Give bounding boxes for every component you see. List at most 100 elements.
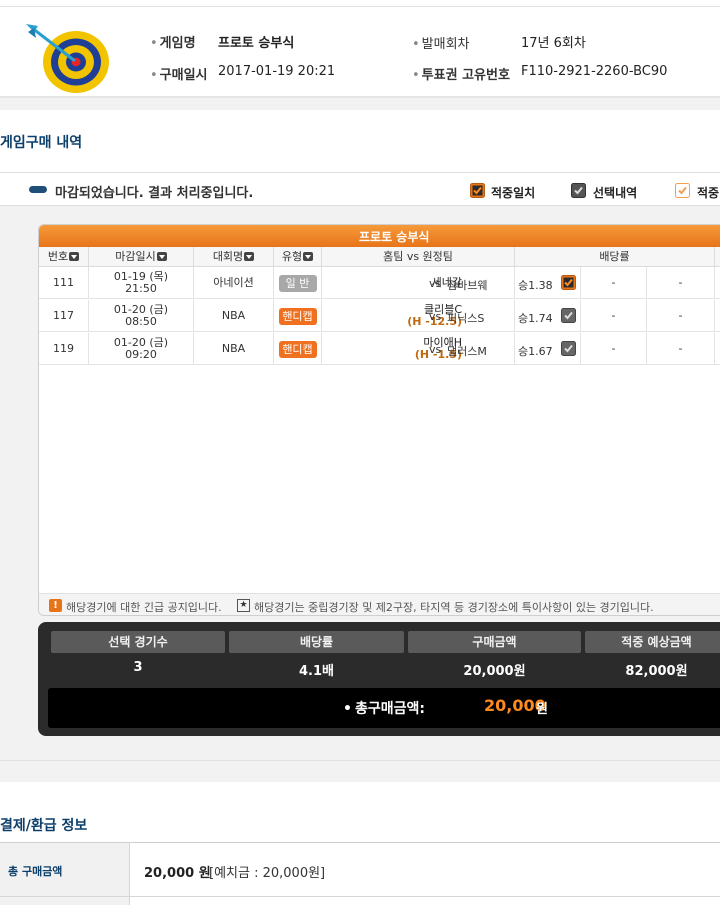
purchase-history-section: 게임구매 내역 마감되었습니다. 결과 처리중입니다. 적중일치 선택내역 적중… xyxy=(0,110,720,760)
table-row[interactable]: 119 01-20 (금) 09:20 NBA 핸디캡 마이애H (H -1.5) vs 댈러스… xyxy=(39,333,720,365)
legend-check-outline-icon xyxy=(675,183,690,198)
row-league: NBA xyxy=(194,333,274,365)
ticket-id-label: 투표권 고유번호 xyxy=(412,64,510,83)
row-deadline: 01-20 (금) 09:20 xyxy=(89,333,194,365)
card-header: 프로토 승부식 xyxy=(39,225,720,247)
legend-selection-label: 선택내역 xyxy=(593,186,638,200)
total-purchase-amount: 20,000 원 xyxy=(144,866,211,881)
type-badge: 핸디캡 xyxy=(278,307,317,325)
col-odds: 배당률 xyxy=(515,247,715,267)
status-bar: 마감되었습니다. 결과 처리중입니다. 적중일치 선택내역 적중 xyxy=(0,172,720,206)
col-teams: 홈팀 vs 원정팀 xyxy=(322,247,515,267)
away-team: 피닉스S xyxy=(447,312,485,325)
total-purchase-label: 총 구매금액 xyxy=(8,865,63,878)
row-lose-cell: - xyxy=(647,267,715,299)
purchase-time-value: 2017-01-19 20:21 xyxy=(218,64,336,79)
table-row[interactable]: 111 01-19 (목) 21:50 아네이션 일 반 세네갈 vs 짐바브웨 승1.38- - xyxy=(39,267,720,299)
away-team: 짐바브웨 xyxy=(447,279,488,292)
game-name-label: 게임명 xyxy=(150,32,196,51)
section-gap xyxy=(0,760,720,782)
status-pill-icon xyxy=(29,186,47,193)
table-row[interactable]: 117 01-20 (금) 08:50 NBA 핸디캡 클리블C (H -12.5) vs 피닉… xyxy=(39,300,720,332)
total-purchase-label-cell: 총 구매금액 xyxy=(0,843,130,897)
odd-value: 승1.38 xyxy=(518,279,553,292)
odd-value: 승1.67 xyxy=(518,345,553,358)
away-team: 댈러스M xyxy=(447,345,487,358)
summary-header-expected: 적중 예상금액 xyxy=(585,631,720,653)
legend-hit-match-label: 적중일치 xyxy=(491,186,536,200)
row-number: 119 xyxy=(39,333,89,365)
type-badge: 핸디캡 xyxy=(278,340,317,358)
sort-dropdown-icon[interactable] xyxy=(156,252,167,261)
section-gap xyxy=(0,98,720,110)
notice-bar: ! 해당경기에 대한 긴급 공지입니다. ★ 해당경기는 중립경기장 및 제2구… xyxy=(39,593,720,615)
row-deadline: 01-19 (목) 21:50 xyxy=(89,267,194,299)
star-icon: ★ xyxy=(237,599,250,612)
row-type: 핸디캡 xyxy=(274,333,322,365)
summary-value-amount: 20,000원 xyxy=(463,664,526,679)
table-header: 번호 마감일시 대회명 유형 홈팀 vs 원정팀 배당률 xyxy=(39,247,720,267)
section-header: 게임구매 내역 xyxy=(0,110,720,172)
row-draw-cell: - xyxy=(581,333,647,365)
payment-table: 총 구매금액 20,000 원 [예치금 : 20,000원] xyxy=(0,842,720,905)
section-title: 게임구매 내역 xyxy=(0,135,83,151)
divider xyxy=(0,6,720,7)
selection-check-icon xyxy=(561,275,576,290)
sort-dropdown-icon[interactable] xyxy=(303,252,314,261)
purchase-time-label: 구매일시 xyxy=(150,64,208,83)
ticket-info-panel: 게임명 프로토 승부식 발매회차 17년 6회차 구매일시 2017-01-19… xyxy=(0,0,720,98)
status-text: 마감되었습니다. 결과 처리중입니다. xyxy=(55,186,254,201)
legend-check-gray-icon xyxy=(571,183,586,198)
urgent-notice-text: 해당경기에 대한 긴급 공지입니다. xyxy=(66,601,222,614)
row-lose-cell: - xyxy=(647,300,715,332)
vs-label: vs xyxy=(429,310,442,323)
row-deadline: 01-20 (금) 08:50 xyxy=(89,300,194,332)
card-title: 프로토 승부식 xyxy=(359,230,430,244)
sort-dropdown-icon[interactable] xyxy=(69,252,80,261)
col-league[interactable]: 대회명 xyxy=(194,247,274,267)
row-league: 아네이션 xyxy=(194,267,274,299)
purchase-summary: 선택 경기수 배당률 구매금액 적중 예상금액 3 4.1배 20,000원 8… xyxy=(38,622,720,736)
total-purchase-label: 총구매금액: xyxy=(343,698,425,718)
selection-check-icon xyxy=(561,308,576,323)
total-purchase-unit: 원 xyxy=(536,702,548,717)
type-badge: 일 반 xyxy=(278,274,317,292)
legend-hit-label: 적중 xyxy=(697,186,720,200)
urgent-notice-icon: ! xyxy=(49,599,62,612)
summary-header-odds: 배당률 xyxy=(229,631,404,653)
summary-header-amount: 구매금액 xyxy=(408,631,581,653)
round-value: 17년 6회차 xyxy=(521,36,586,51)
row-type: 일 반 xyxy=(274,267,322,299)
total-purchase-value-cell: 20,000 원 [예치금 : 20,000원] xyxy=(130,843,720,897)
total-purchase-bar: 총구매금액: 20,000 원 xyxy=(48,688,720,728)
round-label: 발매회차 xyxy=(412,33,470,52)
bet-list-card: 프로토 승부식 번호 마감일시 대회명 유형 홈팀 vs 원정팀 배당률 111… xyxy=(38,224,720,616)
row-draw-cell: - xyxy=(581,300,647,332)
game-name-value: 프로토 승부식 xyxy=(218,36,295,51)
row-lose-cell: - xyxy=(647,333,715,365)
selection-check-icon xyxy=(561,341,576,356)
payment-refund-section: 결제/환급 정보 총 구매금액 20,000 원 [예치금 : 20,000원] xyxy=(0,782,720,905)
row-number: 111 xyxy=(39,267,89,299)
summary-header-count: 선택 경기수 xyxy=(51,631,225,653)
vs-label: vs xyxy=(429,277,442,290)
col-number[interactable]: 번호 xyxy=(39,247,89,267)
vs-label: vs xyxy=(429,343,442,356)
section-title: 결제/환급 정보 xyxy=(0,818,88,834)
summary-value-odds: 4.1배 xyxy=(299,664,334,679)
legend-check-orange-icon xyxy=(470,183,485,198)
row-league: NBA xyxy=(194,300,274,332)
col-type[interactable]: 유형 xyxy=(274,247,322,267)
target-dart-logo-icon xyxy=(22,18,118,94)
row-draw-cell: - xyxy=(581,267,647,299)
summary-value-expected: 82,000원 xyxy=(625,664,688,679)
summary-value-count: 3 xyxy=(133,660,143,675)
ticket-id-value: F110-2921-2260-BC90 xyxy=(521,64,668,79)
neutral-venue-notice-text: 해당경기는 중립경기장 및 제2구장, 타지역 등 경기장소에 특이사항이 있는… xyxy=(254,601,654,614)
odd-value: 승1.74 xyxy=(518,312,553,325)
deposit-detail: [예치금 : 20,000원] xyxy=(209,866,326,881)
row-number: 117 xyxy=(39,300,89,332)
sort-dropdown-icon[interactable] xyxy=(244,252,255,261)
row-type: 핸디캡 xyxy=(274,300,322,332)
col-deadline[interactable]: 마감일시 xyxy=(89,247,194,267)
